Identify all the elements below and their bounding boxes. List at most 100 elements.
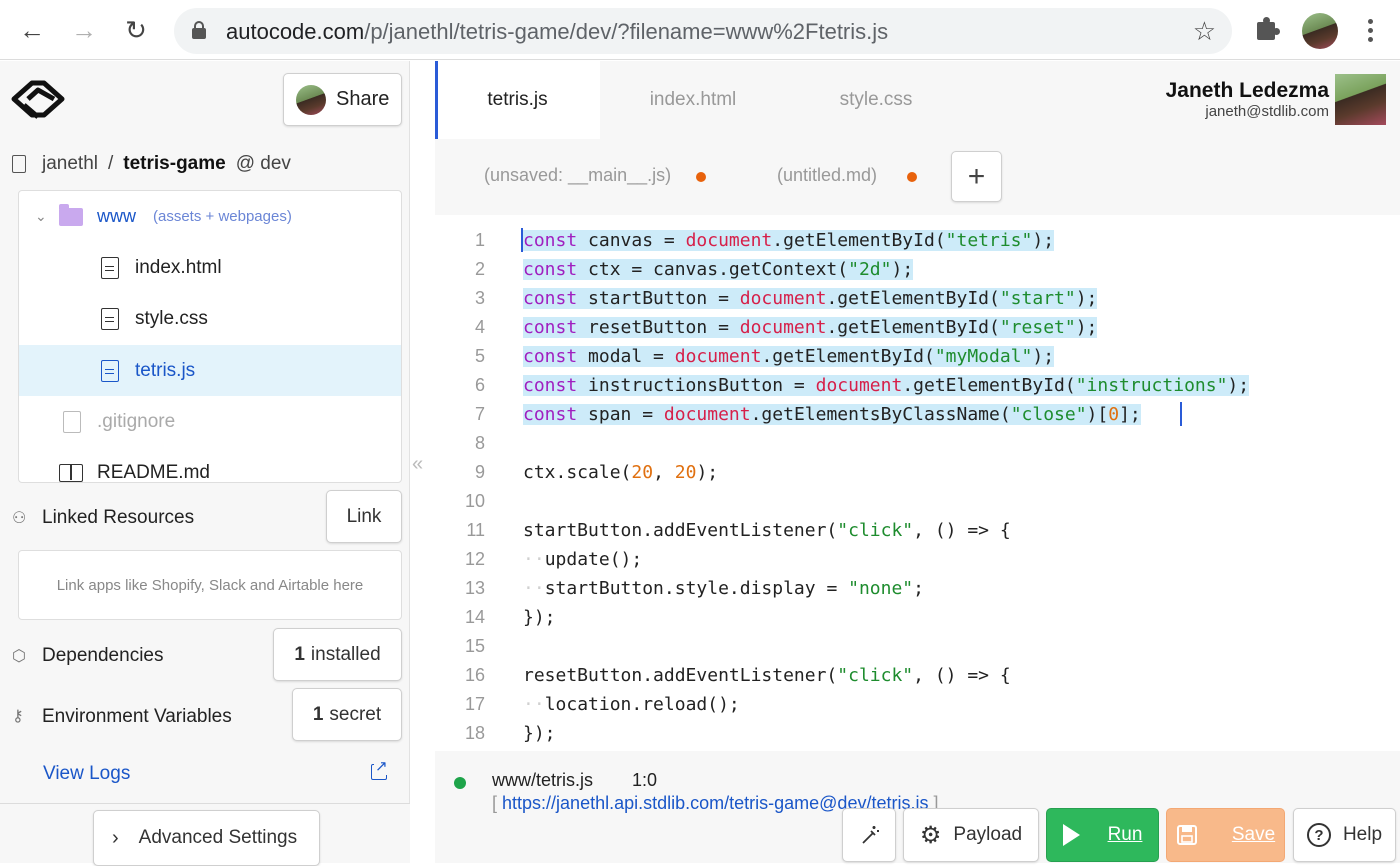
file-label: tetris.js — [135, 360, 195, 382]
user-email: janeth@stdlib.com — [1205, 103, 1329, 120]
dependency-count: 1 — [294, 644, 305, 666]
help-button[interactable]: ? Help — [1293, 808, 1396, 862]
folder-label: www — [97, 206, 136, 227]
collapse-sidebar-icon[interactable]: « — [412, 453, 423, 476]
dependency-label: installed — [311, 644, 381, 666]
file-label: .gitignore — [97, 411, 175, 433]
avatar — [296, 85, 326, 115]
gear-icon: ⚙ — [920, 821, 942, 850]
cursor-position: 1:0 — [632, 770, 657, 791]
share-button[interactable]: Share — [283, 73, 402, 126]
code-line: 9ctx.scale(20, 20); — [435, 458, 1400, 487]
share-label: Share — [336, 88, 389, 111]
payload-button[interactable]: ⚙ Payload — [903, 808, 1039, 862]
browser-toolbar: ← → ↻ autocode.com/p/janethl/tetris-game… — [0, 0, 1400, 60]
breadcrumb-env[interactable]: @ dev — [236, 153, 291, 175]
code-line: 12··update(); — [435, 545, 1400, 574]
magic-wand-icon — [857, 823, 881, 847]
file-icon — [101, 360, 119, 382]
tree-file-tetris-js[interactable]: tetris.js — [19, 345, 401, 396]
env-vars-section: ⚷ Environment Variables 1secret — [0, 688, 410, 742]
unsaved-dot-icon — [907, 172, 917, 182]
tree-file-gitignore[interactable]: .gitignore — [19, 396, 401, 447]
code-line: 6const instructionsButton = document.get… — [435, 371, 1400, 400]
url-text[interactable]: autocode.com/p/janethl/tetris-game/dev/?… — [226, 19, 888, 45]
code-line: 4const resetButton = document.getElement… — [435, 313, 1400, 342]
link-button[interactable]: Link — [326, 490, 402, 543]
user-name: Janeth Ledezma — [1166, 79, 1329, 103]
breadcrumb: janethl / tetris-game @ dev — [12, 152, 291, 176]
code-line: 10 — [435, 487, 1400, 516]
profile-avatar[interactable] — [1302, 13, 1338, 49]
file-tabs: tetris.js index.html style.css Janeth Le… — [435, 61, 1400, 139]
status-file: www/tetris.js — [492, 770, 593, 791]
file-icon — [101, 308, 119, 330]
dependencies-section: ⬡ Dependencies 1 installed — [0, 628, 410, 682]
bookmark-star-icon[interactable]: ☆ — [1193, 16, 1216, 47]
breadcrumb-project[interactable]: tetris-game — [123, 153, 225, 175]
external-link-icon[interactable] — [371, 764, 387, 780]
back-icon[interactable]: ← — [16, 14, 48, 46]
file-icon — [12, 155, 26, 173]
user-avatar[interactable] — [1335, 74, 1386, 125]
chevron-down-icon[interactable]: ⌄ — [35, 208, 47, 225]
magic-wand-button[interactable] — [842, 808, 896, 862]
code-line: 3const startButton = document.getElement… — [435, 284, 1400, 313]
address-bar[interactable]: autocode.com/p/janethl/tetris-game/dev/?… — [174, 8, 1232, 54]
browser-menu-icon[interactable] — [1358, 14, 1382, 46]
linked-resources-section: ⚇ Linked Resources Link — [0, 490, 410, 544]
save-icon — [1176, 824, 1198, 846]
new-file-button[interactable]: + — [951, 151, 1002, 202]
project-sidebar: Share janethl / tetris-game @ dev ⌄ www … — [0, 61, 410, 863]
unsaved-dot-icon — [696, 172, 706, 182]
key-icon: ⚷ — [12, 706, 24, 726]
tree-folder-www[interactable]: ⌄ www (assets + webpages) — [19, 191, 401, 242]
tab-tetris-js[interactable]: tetris.js — [435, 61, 600, 139]
code-line: 5const modal = document.getElementById("… — [435, 342, 1400, 371]
linked-resources-placeholder: Link apps like Shopify, Slack and Airtab… — [18, 550, 402, 620]
tab-index-html[interactable]: index.html — [600, 61, 786, 139]
code-line: 13··startButton.style.display = "none"; — [435, 574, 1400, 603]
book-icon — [59, 464, 83, 482]
tab-unsaved-main[interactable]: (unsaved: __main__.js) — [484, 165, 671, 186]
extensions-puzzle-icon[interactable] — [1254, 16, 1282, 44]
help-circle-icon: ? — [1307, 823, 1331, 847]
code-line: 14}); — [435, 603, 1400, 632]
code-line: 17··location.reload(); — [435, 690, 1400, 719]
code-line: 18}); — [435, 719, 1400, 748]
section-title: Linked Resources — [42, 507, 194, 529]
autocode-logo[interactable] — [10, 77, 66, 123]
tree-file-style-css[interactable]: style.css — [19, 293, 401, 344]
unsaved-tabs: (unsaved: __main__.js) (untitled.md) + — [435, 139, 1400, 215]
file-label: style.css — [135, 308, 208, 330]
file-icon — [101, 257, 119, 279]
tree-file-index-html[interactable]: index.html — [19, 242, 401, 293]
forward-icon[interactable]: → — [68, 14, 100, 46]
env-vars-button[interactable]: 1secret — [292, 688, 402, 741]
tab-style-css[interactable]: style.css — [786, 61, 966, 139]
lock-icon — [192, 21, 206, 39]
reload-icon[interactable]: ↻ — [120, 14, 152, 46]
dependencies-button[interactable]: 1 installed — [273, 628, 402, 681]
person-icon: ⚇ — [12, 508, 26, 528]
url-host: autocode.com — [226, 19, 364, 44]
tab-untitled-md[interactable]: (untitled.md) — [777, 165, 877, 186]
breadcrumb-user[interactable]: janethl — [42, 153, 98, 175]
folder-note: (assets + webpages) — [153, 208, 292, 225]
tree-file-readme[interactable]: README.md — [19, 447, 401, 483]
save-button[interactable]: Save — [1166, 808, 1285, 862]
file-tree: ⌄ www (assets + webpages) index.html sty… — [18, 190, 402, 483]
run-label: Run — [1108, 824, 1143, 846]
run-button[interactable]: Run — [1046, 808, 1159, 862]
section-title: Environment Variables — [42, 706, 232, 728]
chevron-right-icon: › — [112, 827, 119, 850]
save-label: Save — [1232, 824, 1275, 846]
view-logs-link[interactable]: View Logs — [43, 763, 130, 785]
url-path: /p/janethl/tetris-game/dev/?filename=www… — [364, 19, 888, 44]
section-title: Dependencies — [42, 645, 163, 667]
advanced-settings-bar: › Advanced Settings — [0, 803, 410, 863]
advanced-settings-button[interactable]: › Advanced Settings — [93, 810, 320, 866]
code-editor[interactable]: 1const canvas = document.getElementById(… — [435, 215, 1400, 751]
package-icon: ⬡ — [12, 646, 26, 666]
file-icon — [63, 411, 81, 433]
